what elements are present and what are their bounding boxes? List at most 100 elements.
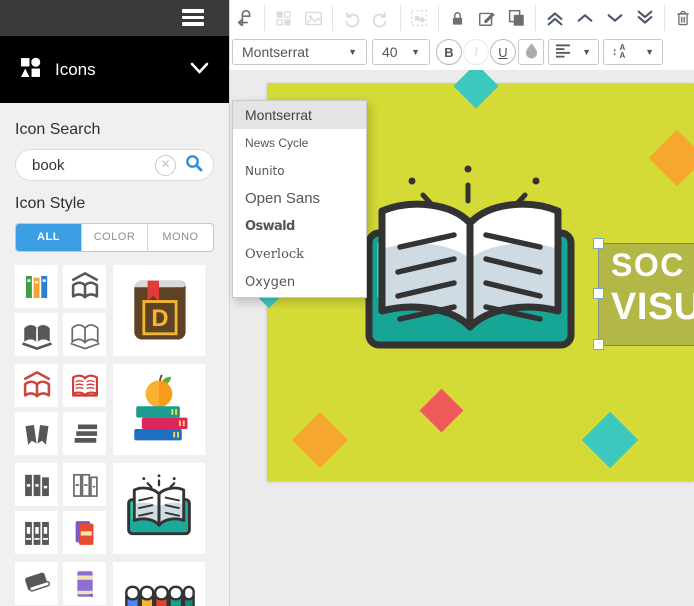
hamburger-menu-icon[interactable]	[182, 9, 204, 26]
style-tab-all[interactable]: ALL	[16, 224, 81, 251]
send-to-back-icon[interactable]	[634, 7, 656, 30]
edit-icon[interactable]	[476, 7, 497, 30]
selected-text-element[interactable]: SOC VISU	[593, 238, 694, 350]
chevron-down-icon: ▼	[582, 47, 591, 57]
canvas-book-illustration[interactable]	[355, 161, 585, 361]
canvas-text-line1[interactable]: SOC	[611, 247, 685, 284]
icon-result-dictionary-brown-book[interactable]: D	[113, 265, 205, 356]
icon-result-colorful-vertical-books[interactable]	[113, 562, 205, 606]
icon-result-open-book-red-pages[interactable]	[63, 364, 106, 407]
icon-grid: D	[15, 265, 214, 606]
diamond-shape-2[interactable]	[648, 129, 694, 187]
underline-button[interactable]: U	[490, 39, 516, 65]
diamond-shape-4[interactable]	[419, 388, 463, 432]
duplicate-icon[interactable]	[505, 7, 526, 30]
search-input[interactable]	[30, 155, 155, 175]
resize-handle-bottom-left[interactable]	[593, 339, 604, 350]
letter-spacing-select[interactable]: ↕ AA ▼	[603, 39, 663, 65]
icon-result-bookshelf-spines-gray[interactable]	[15, 463, 58, 506]
svg-text:D: D	[151, 305, 168, 332]
icon-result-red-purple-book[interactable]	[63, 511, 106, 554]
bring-to-front-icon[interactable]	[544, 7, 566, 30]
letter-spacing-icon: ↕ AA	[612, 43, 626, 60]
chevron-down-icon[interactable]	[190, 61, 209, 79]
group-select-icon	[408, 7, 429, 30]
left-sidebar: Icons Icon Search ✕ Icon Style ALLCOLORM…	[0, 0, 230, 606]
text-align-select[interactable]: ▼	[548, 39, 599, 65]
undo-icon	[341, 7, 362, 30]
italic-button[interactable]: I	[463, 39, 489, 65]
icon-grid-band	[15, 364, 214, 455]
icon-result-open-book-roof-gray[interactable]	[63, 265, 106, 308]
toolbar-separator	[663, 5, 665, 31]
diamond-shape-6[interactable]	[581, 411, 639, 469]
bold-button[interactable]: B	[436, 39, 462, 65]
font-option-open-sans[interactable]: Open Sans	[233, 185, 366, 213]
icon-grid-smalls	[15, 364, 106, 455]
font-option-montserrat[interactable]: Montserrat	[233, 101, 366, 129]
toolbar-separator	[534, 5, 536, 31]
resize-handle-top-left[interactable]	[593, 238, 604, 249]
icon-result-colorful-book-spines[interactable]	[15, 265, 58, 308]
icon-search-heading: Icon Search	[15, 121, 101, 138]
icon-style-tabs: ALL COLOR MONO	[15, 223, 214, 252]
lock-icon[interactable]	[447, 7, 468, 30]
droplet-icon	[525, 42, 538, 62]
font-family-select[interactable]: Montserrat ▼	[232, 39, 367, 65]
app-window: Icons Icon Search ✕ Icon Style ALLCOLORM…	[0, 0, 694, 606]
icon-result-purple-book[interactable]	[63, 562, 106, 605]
bring-forward-icon[interactable]	[574, 7, 596, 30]
send-backward-icon[interactable]	[604, 7, 626, 30]
icon-grid-smalls	[15, 463, 106, 554]
font-option-oswald[interactable]: Oswald	[233, 213, 366, 241]
font-option-nunito[interactable]: Nunito	[233, 157, 366, 185]
toolbar-row2: Montserrat ▼ 40 ▼ B I U ▼ ↕ A A ▼ Montse…	[230, 36, 694, 298]
font-size-select[interactable]: 40 ▼	[372, 39, 430, 65]
icon-style-heading: Icon Style	[15, 195, 86, 212]
toolbar-separator	[331, 5, 333, 31]
align-lines-icon	[556, 43, 571, 61]
font-dropdown-panel: Montserrat News Cycle Nunito Open Sans Oswal…	[232, 100, 367, 298]
icon-result-stacked-books-gray[interactable]	[63, 412, 106, 455]
font-option-news-cycle[interactable]: News Cycle	[233, 129, 366, 157]
font-option-overlock[interactable]: Overlock	[233, 241, 366, 269]
chevron-down-icon: ▼	[348, 47, 357, 57]
position-crop-icon[interactable]	[235, 7, 256, 30]
icon-result-open-book-outline-gray[interactable]	[63, 313, 106, 356]
toolbar-separator	[264, 5, 266, 31]
icon-grid-smalls	[15, 265, 106, 356]
sidebar-body: Icon Search ✕ Icon Style ALLCOLORMONO D	[0, 103, 229, 606]
icon-result-open-book-filled-gray[interactable]	[15, 313, 58, 356]
style-tab-color[interactable]: COLOR	[81, 224, 147, 251]
magnifier-icon[interactable]	[185, 154, 203, 177]
chevron-down-icon: ▼	[411, 47, 420, 57]
shapes-icon	[273, 7, 294, 30]
redo-icon	[370, 7, 391, 30]
diamond-shape-1[interactable]	[453, 70, 499, 109]
font-family-value: Montserrat	[242, 44, 309, 60]
style-tab-mono[interactable]: MONO	[147, 224, 213, 251]
shapes-glyph-icon	[20, 57, 41, 83]
main-area: Montserrat ▼ 40 ▼ B I U ▼ ↕ A A ▼ Montse…	[230, 0, 694, 606]
icon-result-book-stack-with-apple[interactable]	[113, 364, 205, 455]
delete-icon[interactable]	[673, 7, 694, 30]
icon-result-closed-book-gray[interactable]	[15, 562, 58, 605]
icon-result-bookshelf-spines-outline[interactable]	[63, 463, 106, 506]
toolbar-separator	[399, 5, 401, 31]
icon-result-open-book-sparks-teal[interactable]	[113, 463, 205, 554]
diamond-shape-5[interactable]	[291, 411, 349, 469]
icon-result-three-book-spines-gray[interactable]	[15, 511, 58, 554]
chevron-down-icon: ▼	[645, 47, 654, 57]
text-color-button[interactable]	[518, 39, 544, 65]
resize-handle-mid-left[interactable]	[593, 288, 604, 299]
icon-result-two-books-gray[interactable]	[15, 412, 58, 455]
canvas-text-line2[interactable]: VISU	[611, 286, 694, 329]
icon-result-open-book-roof-red[interactable]	[15, 364, 58, 407]
panel-title: Icons	[55, 59, 96, 79]
icons-panel-header[interactable]: Icons	[0, 36, 229, 103]
icon-search-box: ✕	[15, 149, 214, 181]
font-option-oxygen[interactable]: Oxygen	[233, 269, 366, 297]
icon-grid-band: D	[15, 265, 214, 356]
clear-circle-x-icon[interactable]: ✕	[155, 154, 176, 176]
toolbar-row1	[230, 0, 694, 36]
